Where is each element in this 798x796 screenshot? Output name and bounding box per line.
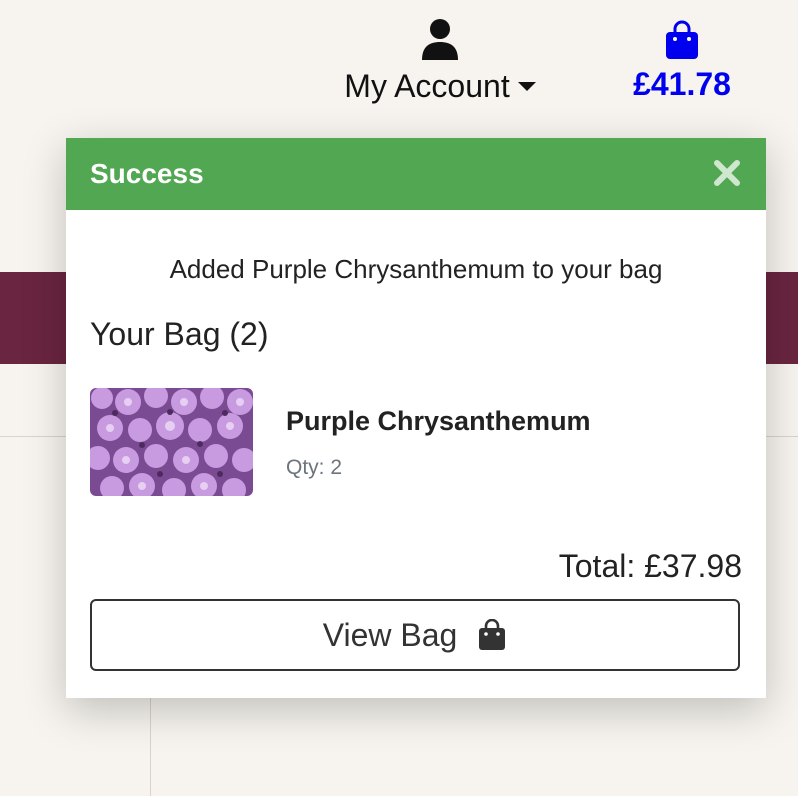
my-account-label: My Account (344, 68, 510, 104)
item-name: Purple Chrysanthemum (286, 406, 591, 436)
bag-total: Total: £37.98 (558, 548, 742, 584)
shopping-bag-icon (666, 20, 698, 59)
bag-total-amount: £41.78 (633, 66, 731, 102)
my-account-menu[interactable]: My Account (330, 18, 550, 105)
success-toast: Success Added Purple Chrysanthemum to yo… (66, 138, 766, 698)
user-icon (422, 19, 458, 60)
view-bag-button[interactable]: View Bag (90, 599, 740, 671)
toast-message: Added Purple Chrysanthemum to your bag (169, 254, 663, 284)
item-qty: Qty: 2 (286, 456, 343, 479)
shopping-bag-icon (479, 619, 506, 650)
bag-heading: Your Bag (2) (90, 316, 269, 352)
bag-item: Purple Chrysanthemum Qty: 2 (90, 388, 750, 498)
toast-title: Success (90, 158, 204, 189)
toast-header: Success (66, 138, 766, 210)
close-icon[interactable] (712, 158, 742, 188)
bag-total-link[interactable]: £41.78 (612, 20, 752, 103)
purple-chrysanthemum-photo (90, 388, 253, 496)
site-header: My Account £41.78 (0, 0, 798, 130)
caret-down-icon (517, 82, 536, 91)
divider-line-vertical (150, 690, 151, 796)
view-bag-label: View Bag (322, 616, 458, 653)
